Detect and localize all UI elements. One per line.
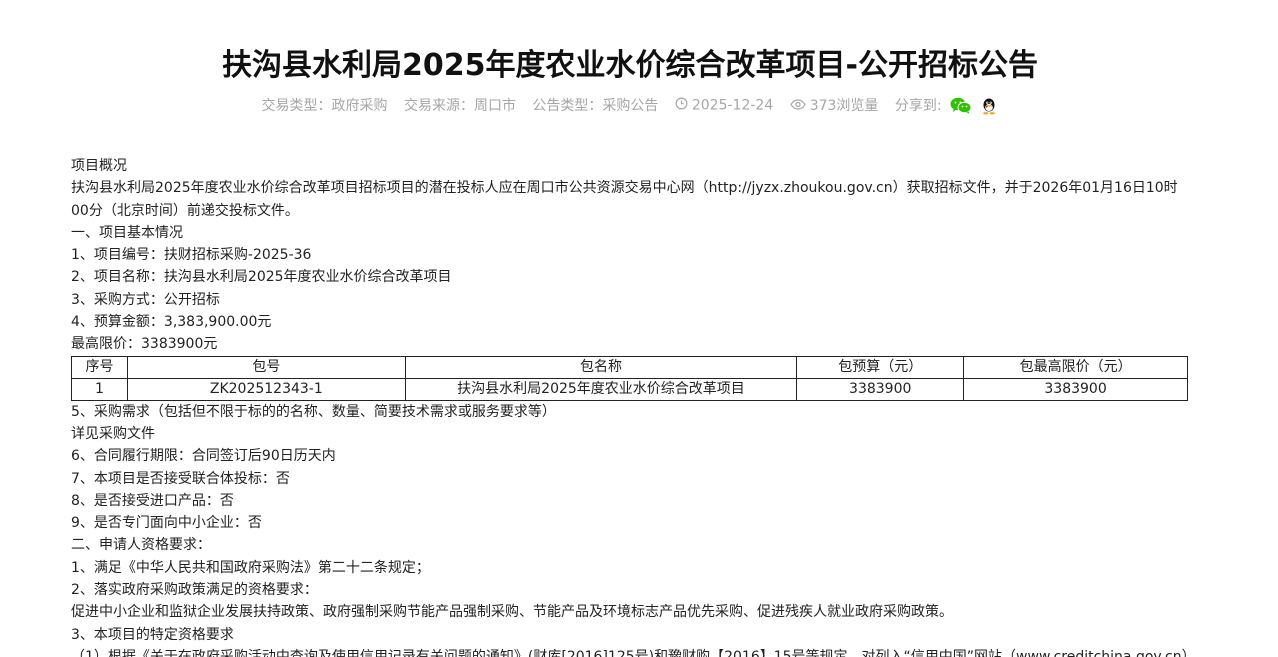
clock-icon [675,97,688,114]
publish-date-text: 2025-12-24 [691,97,774,113]
sme-only: 9、是否专门面向中小企业：否 [71,515,262,532]
qualification-3: 3、本项目的特定资格要求 [71,626,234,643]
cell-package-budget: 3383900 [796,377,965,401]
qualification-2-detail: 促进中小企业和监狱企业发展扶持政策、政府强制采购节能产品强制采购、节能产品及环境… [71,604,953,621]
section-qualification: 二、申请人资格要求： [71,537,211,554]
qualification-1: 1、满足《中华人民共和国政府采购法》第二十二条规定； [71,559,430,576]
project-number: 1、项目编号：扶财招标采购-2025-36 [71,247,312,264]
publish-date: 2025-12-24 [675,97,773,114]
qq-share-icon[interactable] [979,97,999,115]
qualification-3-cut: （1）根据《关于在政府采购活动中查询及使用信用记录有关问题的通知》(财库[201… [71,648,1191,657]
cell-package-max: 3383900 [963,377,1188,401]
notice-body: 项目概况 扶沟县水利局2025年度农业水价综合改革项目招标项目的潜在投标人应在周… [71,155,1191,657]
view-count-text: 373浏览量 [809,98,879,114]
procurement-requirement: 5、采购需求（包括但不限于标的的名称、数量、简要技术需求或服务要求等） [71,403,556,420]
cell-package-name: 扶沟县水利局2025年度农业水价综合改革项目 [404,377,798,401]
col-header-package-name: 包名称 [404,355,798,379]
overview-text: 扶沟县水利局2025年度农业水价综合改革项目招标项目的潜在投标人应在周口市公共资… [71,180,1178,219]
col-header-package-max: 包最高限价（元） [963,355,1188,379]
share-label: 分享到: [894,98,942,114]
package-table: 序号 包号 包名称 包预算（元） 包最高限价（元） 1 ZK202512343-… [71,355,1188,401]
budget-amount: 4、预算金额：3,383,900.00元 [71,314,272,331]
qualification-2: 2、落实政府采购政策满足的资格要求： [71,582,318,599]
share-group: 分享到: [895,95,999,115]
requirement-detail: 详见采购文件 [71,425,155,442]
cell-package-no: ZK202512343-1 [126,377,406,401]
notice-meta-bar: 交易类型：政府采购 交易来源：周口市 公告类型：采购公告 2025-12-24 … [0,95,1260,115]
imported-products: 8、是否接受进口产品：否 [71,492,234,509]
eye-icon [789,98,806,114]
contract-period: 6、合同履行期限：合同签订后90日历天内 [71,448,336,465]
notice-type: 公告类型：采购公告 [532,98,659,114]
col-header-package-no: 包号 [126,355,406,379]
consortium-bid: 7、本项目是否接受联合体投标：否 [71,470,290,487]
trade-type: 交易类型：政府采购 [261,98,388,114]
max-price: 最高限价：3383900元 [71,336,218,353]
view-count: 373浏览量 [789,95,879,115]
page-title: 扶沟县水利局2025年度农业水价综合改革项目-公开招标公告 [222,48,1038,83]
procurement-method: 3、采购方式：公开招标 [71,291,220,308]
wechat-share-icon[interactable] [950,97,972,115]
table-row: 1 ZK202512343-1 扶沟县水利局2025年度农业水价综合改革项目 3… [71,377,1188,401]
overview-heading: 项目概况 [71,158,127,174]
project-name: 2、项目名称：扶沟县水利局2025年度农业水价综合改革项目 [71,269,452,286]
col-header-seq: 序号 [71,355,128,379]
cell-seq: 1 [71,377,128,401]
table-header-row: 序号 包号 包名称 包预算（元） 包最高限价（元） [71,355,1188,379]
trade-source: 交易来源：周口市 [403,98,516,114]
section-basic-info: 一、项目基本情况 [71,224,183,241]
col-header-package-budget: 包预算（元） [796,355,965,379]
